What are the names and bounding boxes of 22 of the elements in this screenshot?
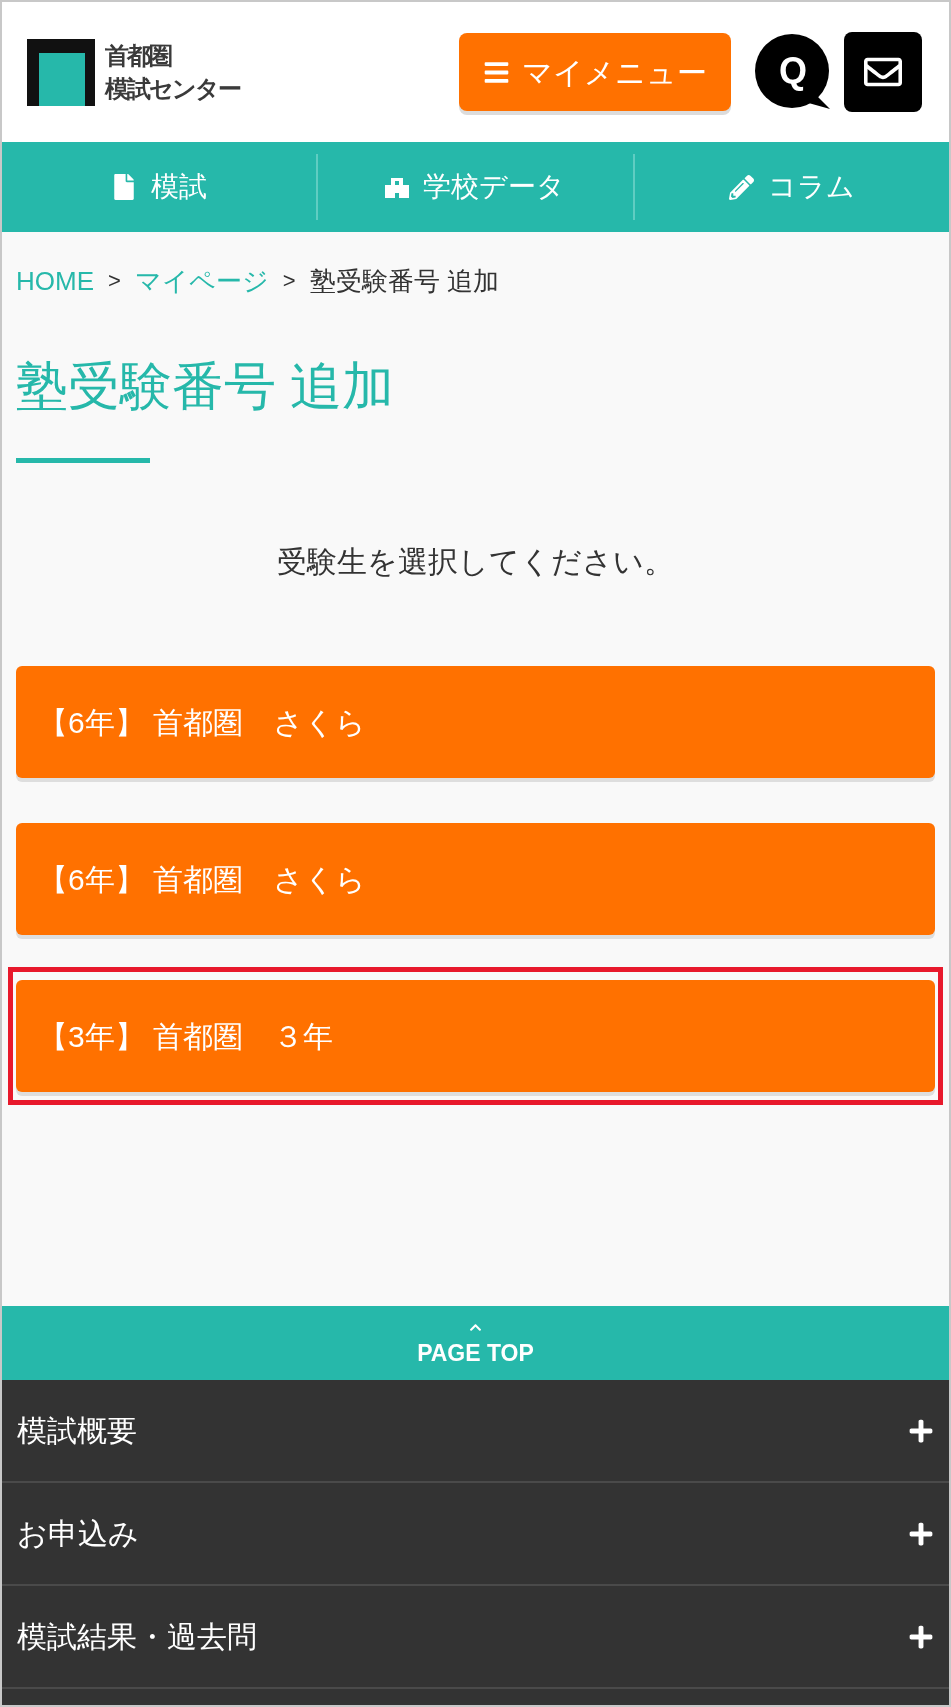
mail-button[interactable]: [844, 32, 922, 112]
footer-menu-item[interactable]: お申込み: [2, 1483, 949, 1586]
page-title: 塾受験番号 追加: [16, 356, 396, 417]
breadcrumb-separator: >: [108, 267, 121, 295]
pencil-icon: [728, 174, 754, 200]
breadcrumb-link[interactable]: マイページ: [134, 263, 269, 299]
breadcrumb-link[interactable]: HOME: [16, 263, 94, 299]
logo-mark-icon: [27, 38, 95, 106]
building-icon: [385, 176, 410, 198]
logo-text: 首都圏: [105, 41, 173, 71]
nav-tab[interactable]: 模試: [2, 154, 317, 220]
page-top-link[interactable]: PAGE TOP: [2, 1306, 949, 1380]
instruction-text: 受験生を選択してください。: [276, 544, 675, 580]
breadcrumb-separator: >: [282, 267, 296, 295]
footer-menu-item[interactable]: 模試概要: [2, 1380, 949, 1483]
logo-text: 模試センター: [105, 74, 240, 104]
nav-tab[interactable]: 学校データ: [316, 154, 633, 220]
breadcrumb-current: 塾受験番号 追加: [309, 265, 499, 298]
speech-bubble-icon: [755, 34, 831, 110]
footer-menu-item[interactable]: 模試結果・過去問: [2, 1586, 949, 1689]
nav-tab[interactable]: コラム: [632, 154, 949, 220]
faq-button[interactable]: Q: [755, 34, 831, 110]
